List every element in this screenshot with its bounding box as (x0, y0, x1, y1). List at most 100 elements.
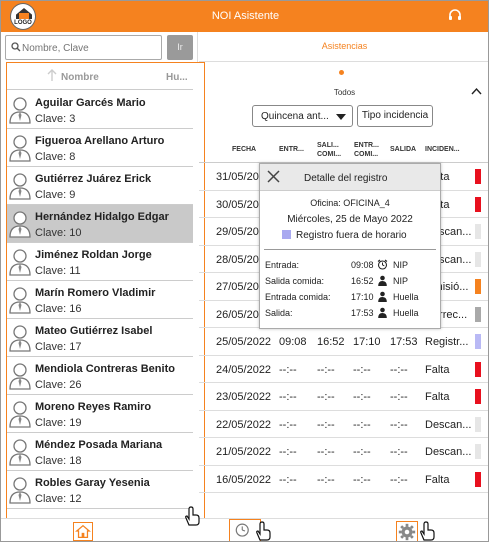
punch-time: 09:08 (351, 260, 374, 270)
employee-list-item[interactable]: Robles Garay Yesenia Clave: 12 (7, 471, 193, 509)
punch-line: Entrada: 09:08 NIP (265, 259, 439, 274)
employee-clave: Clave: 8 (35, 151, 76, 163)
employee-name: Robles Garay Yesenia (35, 477, 150, 489)
employee-list-item[interactable]: Jiménez Roldan Jorge Clave: 11 (7, 243, 193, 281)
cell-salida: --:-- (390, 418, 408, 431)
cell-salida: --:-- (390, 391, 408, 403)
employee-list-item[interactable]: Méndez Posada Mariana Clave: 18 (7, 433, 193, 471)
employee-name: Mateo Gutiérrez Isabel (35, 325, 153, 337)
popup-oficina: Oficina: OFICINA_4 (310, 198, 390, 208)
attendance-row[interactable]: 23/05/2022 --:-- --:-- --:-- --:-- Falta (199, 383, 488, 411)
header-fecha: FECHA (232, 146, 257, 153)
employee-list-item[interactable]: Mateo Gutiérrez Isabel Clave: 17 (7, 319, 193, 357)
punch-method: Huella (393, 308, 419, 318)
avatar-icon (9, 477, 31, 504)
employee-rows: Aguilar Garcés Mario Clave: 3 Figueroa Are… (7, 91, 193, 509)
close-icon[interactable] (267, 170, 280, 183)
column-name-header[interactable]: Nombre (61, 72, 99, 83)
avatar-icon (9, 325, 31, 352)
person-icon (378, 275, 387, 286)
employee-clave: Clave: 10 (35, 227, 82, 239)
search-input[interactable] (22, 39, 158, 57)
cell-salida-comida: --:-- (317, 473, 335, 486)
cell-salida: --:-- (390, 473, 408, 486)
page-indicator-dot (339, 70, 344, 75)
cell-incidencia: Registr... (425, 336, 469, 348)
cell-salida-comida: --:-- (317, 418, 335, 431)
search-field[interactable] (5, 35, 162, 60)
cell-entrada: --:-- (279, 418, 297, 431)
employee-name: Marín Romero Vladimir (35, 287, 156, 299)
app-header: LOGO NOI Asistente (1, 1, 488, 32)
home-icon[interactable] (73, 522, 93, 541)
employee-name: Jiménez Roldan Jorge (35, 249, 152, 261)
punch-label: Salida comida: (265, 276, 325, 286)
cell-salida-comida: --:-- (317, 446, 335, 458)
employee-list-item[interactable]: Gutiérrez Juárez Erick Clave: 9 (7, 167, 193, 205)
column-hu-header[interactable]: Hu... (166, 72, 188, 83)
cell-entrada-comida: 17:10 (353, 336, 381, 348)
incidence-color-flag (475, 416, 481, 432)
cell-entrada: --:-- (279, 363, 297, 376)
employee-clave: Clave: 26 (35, 379, 82, 391)
cell-salida-comida: 16:52 (317, 336, 345, 348)
employee-name: Méndez Posada Mariana (35, 439, 163, 451)
incidence-color-flag (475, 169, 481, 184)
cell-salida: --:-- (390, 446, 408, 458)
employee-name: Mendiola Contreras Benito (35, 363, 175, 375)
avatar-icon (9, 211, 31, 238)
employee-clave: Clave: 17 (35, 341, 82, 353)
cell-entrada: --:-- (279, 473, 297, 486)
avatar-icon (9, 401, 31, 428)
search-go-button[interactable]: Ir (167, 35, 193, 60)
header-entrada-comida-2: COMI... (354, 151, 379, 158)
incidence-color-flag (475, 361, 481, 377)
pointer-hand-icon (256, 521, 271, 541)
cell-fecha: 21/05/2022 (216, 446, 272, 458)
attendance-row[interactable]: 21/05/2022 --:-- --:-- --:-- --:-- Descan... (199, 438, 488, 466)
tab-asistencias[interactable]: Asistencias (199, 41, 488, 51)
headset-icon[interactable] (448, 9, 462, 22)
incidence-color-flag (475, 279, 481, 294)
cell-incidencia: Descan... (425, 446, 471, 458)
avatar-icon (9, 249, 31, 276)
avatar-icon (9, 173, 31, 200)
attendance-row[interactable]: 22/05/2022 --:-- --:-- --:-- --:-- Descan... (199, 411, 488, 438)
cell-salida-comida: --:-- (317, 391, 335, 403)
chevron-up-icon[interactable] (471, 87, 482, 95)
incidence-color-flag (475, 196, 481, 212)
header-entrada-comida-1: ENTR... (354, 142, 379, 149)
gear-icon[interactable] (396, 521, 418, 542)
employee-clave: Clave: 9 (35, 189, 76, 201)
punch-label: Entrada comida: (265, 292, 331, 302)
employee-list-item[interactable]: Mendiola Contreras Benito Clave: 26 (7, 357, 193, 395)
employee-list-item[interactable]: Aguilar Garcés Mario Clave: 3 (7, 91, 193, 129)
employee-list-item[interactable]: Marín Romero Vladimir Clave: 16 (7, 281, 193, 319)
period-select[interactable]: Quincena ant... (252, 105, 353, 127)
attendance-row[interactable]: 25/05/2022 09:08 16:52 17:10 17:53 Registr... (199, 328, 488, 356)
record-type-swatch (282, 230, 291, 239)
cell-entrada: --:-- (279, 391, 297, 403)
record-type-label: Registro fuera de horario (296, 230, 407, 241)
incidence-color-flag (475, 224, 481, 239)
avatar-icon (9, 439, 31, 466)
header-salida: SALIDA (390, 146, 417, 153)
punch-label: Entrada: (265, 260, 300, 270)
list-header: Nombre Hu... (7, 63, 193, 90)
tipo-incidencia-button[interactable]: Tipo incidencia (357, 105, 433, 127)
punch-method: NIP (393, 276, 409, 286)
employee-name: Gutiérrez Juárez Erick (35, 173, 152, 185)
employee-list-item[interactable]: Figueroa Arellano Arturo Clave: 8 (7, 129, 193, 167)
dropdown-arrow-icon (336, 114, 346, 120)
app-title: NOI Asistente (211, 10, 280, 22)
employee-clave: Clave: 11 (35, 265, 81, 277)
popup-date: Miércoles, 25 de Mayo 2022 (287, 214, 413, 225)
cell-incidencia: Descan... (425, 418, 471, 431)
attendance-row[interactable]: 16/05/2022 --:-- --:-- --:-- --:-- Falta (199, 466, 488, 493)
sort-up-arrow-icon[interactable] (47, 68, 57, 82)
employee-list-item[interactable]: Moreno Reyes Ramiro Clave: 19 (7, 395, 193, 433)
employee-list-item[interactable]: Hernández Hidalgo Edgar Clave: 10 (7, 205, 193, 243)
employee-name: Moreno Reyes Ramiro (35, 401, 152, 413)
incidence-color-flag (475, 471, 481, 487)
attendance-row[interactable]: 24/05/2022 --:-- --:-- --:-- --:-- Falta (199, 356, 488, 383)
